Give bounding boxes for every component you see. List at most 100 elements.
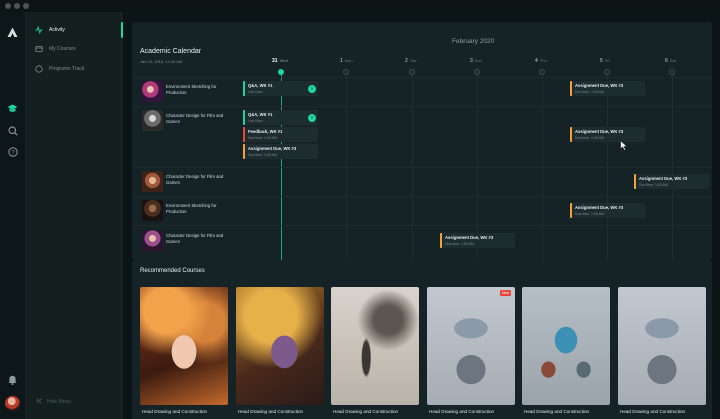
courses-icon <box>35 45 43 53</box>
calendar-event[interactable]: Assignment Due, WK #3 Due time: 1:00 AM <box>634 174 709 189</box>
calendar-event[interactable]: Assignment Due, WK #3 Due time: 1:00 AM <box>570 127 645 142</box>
course-name[interactable]: Character Design for Film and Games <box>166 113 232 126</box>
event-subtitle: Due time: 1:00 AM <box>639 182 668 187</box>
sidebar-item-programs-track[interactable]: Programs Track <box>26 60 122 78</box>
day-marker <box>474 69 480 75</box>
calendar-event[interactable]: Q&A, WK #1 Live Now <box>243 81 318 96</box>
course-card-title: Head Drawing and Construction <box>333 409 399 414</box>
window-maximize-button[interactable] <box>23 3 29 9</box>
row-divider <box>132 77 712 78</box>
mouse-cursor-icon <box>620 140 628 151</box>
course-name[interactable]: Environment Sketching for Production <box>166 84 232 97</box>
event-title: Assignment Due, WK #3 <box>639 176 688 181</box>
window-close-button[interactable] <box>5 3 11 9</box>
day-marker <box>278 69 284 75</box>
sidebar-item-label: Programs Track <box>49 66 85 72</box>
calendar-title: Academic Calendar <box>140 48 202 55</box>
calendar-month: February 2020 <box>452 38 495 45</box>
sidebar-item-my-courses[interactable]: My Courses <box>26 40 122 58</box>
event-title: Feedback, WK #1 <box>248 129 283 134</box>
window-titlebar <box>0 0 720 12</box>
window-minimize-button[interactable] <box>14 3 20 9</box>
search-icon[interactable] <box>6 124 19 137</box>
calendar-row: Environment Sketching for Production Ass… <box>132 198 712 226</box>
new-badge: New <box>499 290 511 296</box>
event-title: Q&A, WK #1 <box>248 83 273 88</box>
course-thumbnail[interactable] <box>142 81 163 102</box>
help-icon[interactable]: ? <box>6 145 19 158</box>
course-card-image <box>618 287 706 405</box>
user-avatar[interactable] <box>5 396 20 411</box>
course-card-title: Head Drawing and Construction <box>238 409 304 414</box>
course-card-title: Head Drawing and Construction <box>142 409 208 414</box>
event-subtitle: Due time: 1:00 AM <box>575 211 604 216</box>
day-header-5[interactable]: 5 Fri <box>600 58 609 64</box>
course-card-title: Head Drawing and Construction <box>524 409 590 414</box>
row-divider <box>132 167 712 168</box>
recommended-courses: Recommended Courses Head Drawing and Con… <box>132 260 712 419</box>
double-chevron-left-icon <box>36 398 42 406</box>
event-title: Assignment Due, WK #3 <box>575 129 624 134</box>
icon-rail: ? <box>0 12 26 419</box>
event-subtitle: Live Now <box>248 118 263 123</box>
graduation-cap-icon[interactable] <box>6 102 19 115</box>
hide-menu-label: Hide Menu <box>47 399 72 405</box>
sidebar-item-activity[interactable]: Activity <box>26 21 122 39</box>
calendar-row: Character Design for Film and Games Assi… <box>132 228 712 256</box>
join-live-arrow-icon[interactable]: › <box>308 85 316 93</box>
course-card[interactable]: Head Drawing and Construction <box>331 287 419 419</box>
day-header-3[interactable]: 3 Sun <box>470 58 482 64</box>
notification-bell-icon[interactable] <box>6 373 19 386</box>
course-thumbnail[interactable] <box>142 110 163 131</box>
day-marker <box>539 69 545 75</box>
event-title: Assignment Due, WK #3 <box>248 146 297 151</box>
course-thumbnail[interactable] <box>142 171 163 192</box>
hide-menu-button[interactable]: Hide Menu <box>36 398 71 406</box>
course-thumbnail[interactable] <box>142 200 163 221</box>
calendar-event[interactable]: Feedback, WK #1 Due time: 1:00 AM <box>243 127 318 142</box>
sidebar-item-label: Activity <box>49 27 65 33</box>
course-card-image <box>331 287 419 405</box>
calendar-event[interactable]: Assignment Due, WK #3 Due time: 1:00 AM <box>570 81 645 96</box>
event-subtitle: Due time: 1:00 AM <box>575 89 604 94</box>
calendar-row: Character Design for Film and Games Q&A,… <box>132 108 712 166</box>
course-name[interactable]: Character Design for Film and Games <box>166 174 232 187</box>
day-header-2[interactable]: 2 Tue <box>405 58 417 64</box>
calendar-event[interactable]: Q&A, WK #1 Live Now <box>243 110 318 125</box>
program-track-icon <box>35 65 43 73</box>
calendar-event[interactable]: Assignment Due, WK #3 Due time: 1:00 AM <box>570 203 645 218</box>
recommended-title: Recommended Courses <box>140 268 205 274</box>
calendar-event[interactable]: Assignment Due, WK #3 Due time: 1:00 AM <box>440 233 515 248</box>
event-title: Assignment Due, WK #3 <box>445 235 494 240</box>
course-card[interactable]: Head Drawing and Construction <box>140 287 228 419</box>
day-header-1[interactable]: 1 Mon <box>340 58 353 64</box>
app-logo-icon[interactable] <box>6 26 19 39</box>
sidebar-item-label: My Courses <box>49 46 76 52</box>
course-card[interactable]: Head Drawing and Construction <box>618 287 706 419</box>
day-marker <box>409 69 415 75</box>
course-name[interactable]: Environment Sketching for Production <box>166 203 232 216</box>
event-subtitle: Due time: 1:00 AM <box>248 135 277 140</box>
calendar-event[interactable]: Assignment Due, WK #3 Due time: 1:00 AM <box>243 144 318 159</box>
academic-calendar: February 2020 Academic Calendar Jan 24, … <box>132 22 712 260</box>
course-card[interactable]: Head Drawing and Construction <box>236 287 324 419</box>
day-marker <box>343 69 349 75</box>
course-name[interactable]: Character Design for Film and Games <box>166 233 232 246</box>
join-live-arrow-icon[interactable]: › <box>308 114 316 122</box>
event-title: Q&A, WK #1 <box>248 112 273 117</box>
day-header-6[interactable]: 6 Sat <box>665 58 676 64</box>
course-card-image <box>236 287 324 405</box>
course-card-image <box>140 287 228 405</box>
course-card[interactable]: Head Drawing and Construction <box>522 287 610 419</box>
activity-icon <box>35 26 43 34</box>
course-card-title: Head Drawing and Construction <box>429 409 495 414</box>
day-header-31[interactable]: 31 Wed <box>272 58 288 64</box>
course-card-image <box>522 287 610 405</box>
event-subtitle: Live Now <box>248 89 263 94</box>
day-header-4[interactable]: 4 Thu <box>535 58 547 64</box>
event-subtitle: Due time: 1:00 AM <box>248 152 277 157</box>
course-card[interactable]: New Head Drawing and Construction <box>427 287 515 419</box>
course-thumbnail[interactable] <box>142 230 163 251</box>
event-subtitle: Due time: 1:00 AM <box>575 135 604 140</box>
day-marker <box>669 69 675 75</box>
